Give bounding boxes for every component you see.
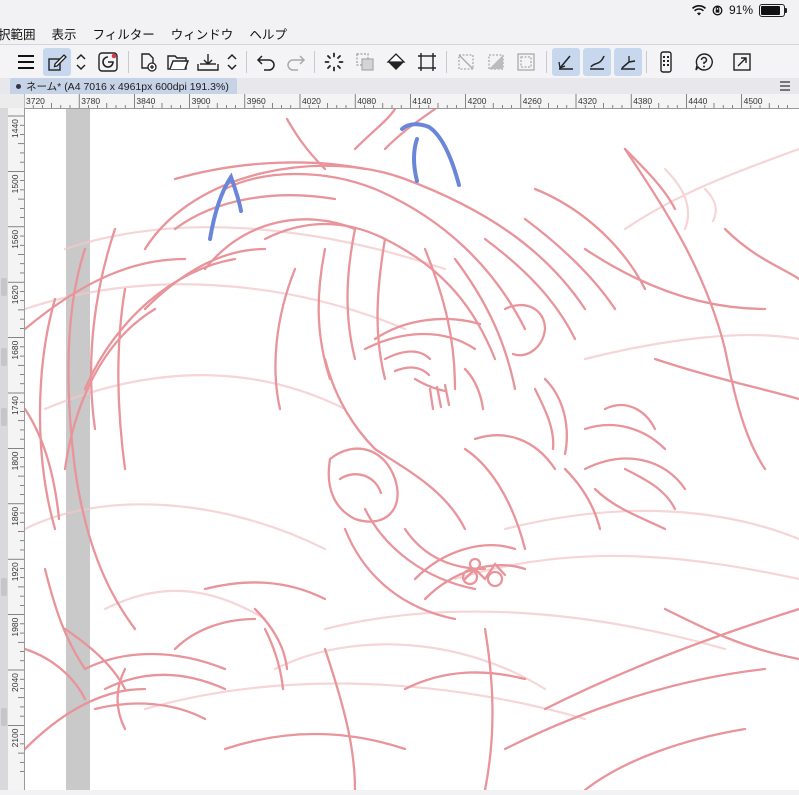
ruler-label: 3840	[136, 96, 155, 106]
edit-mode-icon	[48, 54, 67, 71]
unsaved-dot-icon	[16, 83, 21, 89]
ruler-label: 3720	[26, 96, 45, 106]
ruler-label: 1620	[10, 285, 20, 304]
ruler-label: 4260	[523, 96, 542, 106]
new-file-icon	[141, 53, 157, 72]
companion-mode-button[interactable]	[652, 48, 680, 76]
menu-bar: 択範囲 表示 フィルター ウィンドウ ヘルプ	[0, 22, 799, 44]
left-panel-edge[interactable]	[0, 108, 8, 790]
selection-border-button[interactable]	[512, 48, 540, 76]
app-logo-button[interactable]	[94, 48, 122, 76]
undo-icon	[256, 55, 275, 71]
selection-border-icon	[517, 53, 535, 71]
ruler-label: 1920	[10, 562, 20, 581]
menu-selection[interactable]: 択範囲	[0, 24, 44, 43]
ruler-label: 3780	[81, 96, 100, 106]
invert-selection-button[interactable]	[482, 48, 510, 76]
open-file-button[interactable]	[164, 48, 192, 76]
document-tab-bar: ネーム* (A4 7016 x 4961px 600dpi 191.3%)	[0, 78, 799, 95]
copy-layer-button[interactable]	[351, 48, 379, 76]
invert-selection-icon	[488, 54, 504, 70]
select-all-button[interactable]	[320, 48, 348, 76]
save-button[interactable]	[194, 48, 222, 76]
left-ruler[interactable]: 1440 1500 1560 1620 1680 1740 1800 1860 1920 1980…	[8, 108, 25, 790]
transform-button[interactable]	[413, 48, 441, 76]
battery-percent: 91%	[728, 3, 753, 17]
ruler-label: 1980	[10, 617, 20, 636]
line-correction-1-button[interactable]	[552, 48, 580, 76]
help-icon	[695, 53, 713, 71]
status-indicators: 91%	[691, 3, 787, 17]
edit-mode-button[interactable]	[43, 48, 71, 76]
menu-filter[interactable]: フィルター	[85, 24, 163, 43]
ruler-label: 4440	[688, 96, 707, 106]
ruler-label: 1680	[10, 340, 20, 359]
ruler-label: 3960	[247, 96, 266, 106]
save-chevron[interactable]	[220, 48, 244, 76]
ruler-label: 1500	[10, 174, 20, 193]
top-ruler[interactable]: 3720 3780 3840 3900 3960 4020 4080 4140 4200 4260…	[23, 94, 799, 109]
ruler-corner	[0, 94, 24, 109]
sketch-artwork	[25, 109, 799, 790]
clear-selection-icon	[458, 54, 474, 70]
help-button[interactable]	[690, 48, 718, 76]
ruler-label: 4500	[744, 96, 763, 106]
menu-icon	[18, 55, 34, 69]
wifi-icon	[691, 4, 706, 15]
ruler-label: 4140	[412, 96, 431, 106]
ruler-label: 1860	[10, 507, 20, 526]
undo-button[interactable]	[252, 48, 280, 76]
ruler-label: 3900	[192, 96, 211, 106]
ruler-label: 4020	[302, 96, 321, 106]
transform-icon	[418, 53, 436, 71]
orientation-lock-icon	[712, 5, 723, 15]
phone-icon	[660, 51, 672, 73]
chevron-updown-icon	[76, 53, 86, 71]
ruler-label: 1560	[10, 230, 20, 249]
ruler-label: 4200	[468, 96, 487, 106]
line-correction-3-button[interactable]	[614, 48, 642, 76]
document-tab-label: ネーム* (A4 7016 x 4961px 600dpi 191.3%)	[26, 80, 229, 93]
ruler-label: 4320	[578, 96, 597, 106]
ruler-label: 2100	[10, 728, 20, 747]
edit-mode-chevron[interactable]	[69, 48, 93, 76]
new-file-button[interactable]	[134, 48, 162, 76]
clear-selection-button[interactable]	[452, 48, 480, 76]
drawing-canvas[interactable]	[25, 109, 799, 790]
menu-view[interactable]: 表示	[44, 24, 85, 43]
line-correction-3-icon	[621, 56, 636, 70]
loading-spinner-icon	[324, 52, 344, 72]
redo-button[interactable]	[282, 48, 310, 76]
redo-icon	[287, 55, 306, 71]
fill-button[interactable]	[382, 48, 410, 76]
menu-button[interactable]	[12, 48, 40, 76]
fullscreen-button[interactable]	[728, 48, 756, 76]
ruler-label: 2040	[10, 673, 20, 692]
tab-menu-icon[interactable]	[779, 80, 791, 92]
line-correction-2-button[interactable]	[583, 48, 611, 76]
ruler-label: 1440	[10, 119, 20, 138]
status-bar: 91%	[0, 0, 799, 22]
copy-layer-icon	[356, 53, 374, 71]
ruler-label: 4080	[357, 96, 376, 106]
command-bar	[0, 44, 799, 80]
menu-help[interactable]: ヘルプ	[241, 24, 295, 43]
fullscreen-icon	[733, 53, 751, 71]
open-folder-icon	[167, 55, 189, 70]
clip-logo-icon	[98, 52, 118, 72]
line-correction-1-icon	[558, 55, 573, 70]
menu-window[interactable]: ウィンドウ	[163, 24, 242, 43]
fill-bucket-icon	[386, 53, 406, 70]
document-tab[interactable]: ネーム* (A4 7016 x 4961px 600dpi 191.3%)	[10, 78, 237, 94]
chevron-updown-icon	[227, 53, 237, 71]
save-icon	[197, 54, 219, 71]
battery-icon	[759, 3, 787, 17]
line-correction-2-icon	[590, 55, 605, 70]
ruler-label: 4380	[633, 96, 652, 106]
ruler-label: 1800	[10, 451, 20, 470]
ruler-label: 1740	[10, 396, 20, 415]
